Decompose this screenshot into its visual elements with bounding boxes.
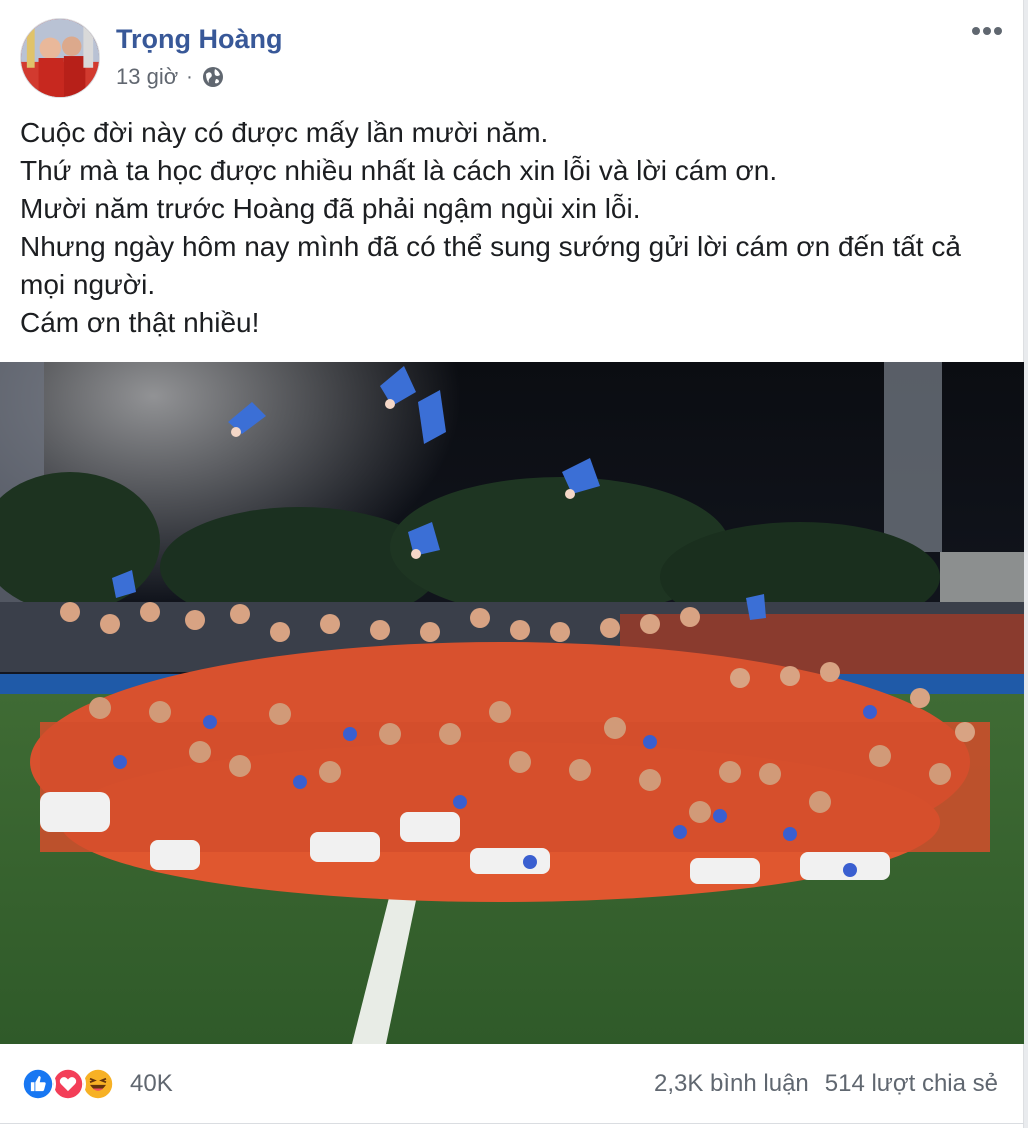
author-avatar[interactable] bbox=[20, 18, 100, 98]
message-line: Nhưng ngày hôm nay mình đã có thể sung s… bbox=[20, 231, 961, 300]
post-timestamp[interactable]: 13 giờ bbox=[116, 64, 178, 90]
post-message: Cuộc đời này có được mấy lần mười năm. T… bbox=[20, 114, 1000, 342]
globe-icon[interactable] bbox=[201, 65, 225, 89]
more-options-icon[interactable] bbox=[972, 22, 1006, 42]
post-meta: 13 giờ · bbox=[116, 64, 225, 90]
message-line: Cuộc đời này có được mấy lần mười năm. bbox=[20, 117, 549, 148]
post-photo[interactable] bbox=[0, 362, 1024, 1044]
meta-separator: · bbox=[186, 65, 193, 88]
reaction-count: 40K bbox=[130, 1070, 173, 1097]
message-line: Thứ mà ta học được nhiều nhất là cách xi… bbox=[20, 155, 778, 186]
like-icon bbox=[20, 1066, 56, 1102]
shares-count-link[interactable]: 514 lượt chia sẻ bbox=[825, 1070, 998, 1098]
post-stats-bar: 40K 2,3K bình luận 514 lượt chia sẻ bbox=[0, 1046, 1024, 1124]
team-celebration-photo bbox=[0, 362, 1024, 1044]
author-name-link[interactable]: Trọng Hoàng bbox=[116, 24, 282, 55]
facebook-post: Trọng Hoàng 13 giờ · Cuộc đời này có đượ… bbox=[0, 0, 1024, 1128]
engagement-counts: 2,3K bình luận 514 lượt chia sẻ bbox=[654, 1070, 998, 1098]
reactions-summary[interactable]: 40K bbox=[20, 1066, 173, 1102]
post-header: Trọng Hoàng 13 giờ · bbox=[0, 0, 1024, 110]
comments-count-link[interactable]: 2,3K bình luận bbox=[654, 1070, 809, 1098]
message-line: Cám ơn thật nhiều! bbox=[20, 307, 260, 338]
message-line: Mười năm trước Hoàng đã phải ngậm ngùi x… bbox=[20, 193, 641, 224]
